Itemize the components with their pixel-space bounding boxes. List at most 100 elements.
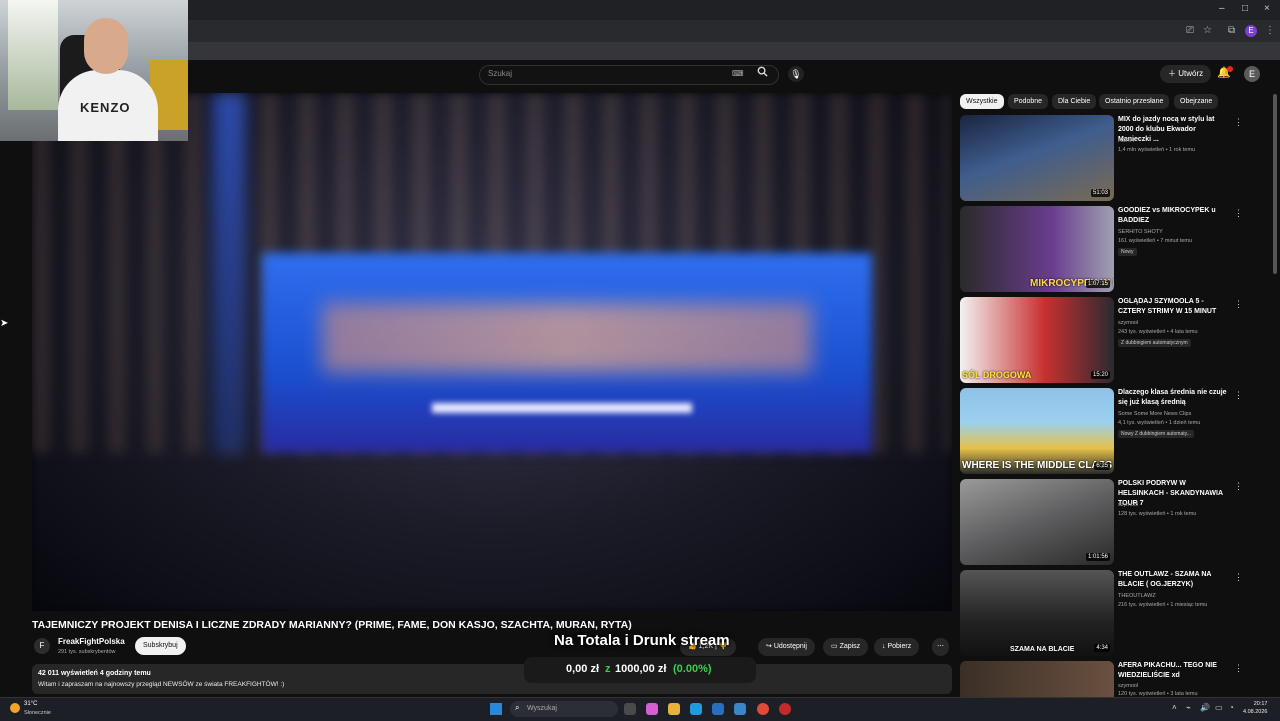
recommendation-title[interactable]: THE OUTLAWZ - SZAMA NA BLACIE ( OG.JERZY… — [1118, 570, 1230, 590]
recommendation-thumbnail[interactable]: WHERE IS THE MIDDLE CLASS 6:25 — [960, 388, 1114, 474]
channel-name[interactable]: FreakFightPolska — [58, 637, 125, 646]
keyboard-icon[interactable]: ⌨ — [732, 69, 744, 78]
recommendation-item[interactable]: SÓL DROGOWA 15:20 OGLĄDAJ SZYMOOLA 5 - C… — [960, 297, 1260, 383]
chip-related[interactable]: Podobne — [1008, 94, 1049, 109]
recommendation-channel[interactable]: szymool — [1118, 683, 1138, 689]
more-vert-icon[interactable]: ⋮ — [1234, 663, 1243, 674]
sun-icon[interactable] — [10, 703, 20, 713]
recommendation-item[interactable]: AFERA PIKACHU... TEGO NIE WIEDZIELIŚCIE … — [960, 661, 1260, 697]
subscribe-button[interactable]: Subskrybuj — [135, 637, 186, 655]
chip-for-you[interactable]: Dla Ciebie — [1052, 94, 1097, 109]
speaker-icon[interactable]: 🔊 — [1200, 703, 1210, 712]
description-text: Witam i zapraszam na najnowszy przegląd … — [38, 681, 285, 688]
recommendation-thumbnail[interactable]: MIKROCYPEK W BADD 1:07:15 — [960, 206, 1114, 292]
menu-icon[interactable]: ⋮ — [1265, 25, 1275, 36]
recommendation-thumbnail[interactable]: 51:03 — [960, 115, 1114, 201]
recommendation-item[interactable]: 51:03 MIX do jazdy nocą w stylu lat 2000… — [960, 115, 1260, 201]
minimize-icon[interactable]: – — [1219, 3, 1225, 14]
description-box[interactable]: 42 011 wyświetleń 4 godziny temu Witam i… — [32, 664, 952, 694]
recommendation-thumbnail[interactable]: SÓL DROGOWA 15:20 — [960, 297, 1114, 383]
video-player[interactable] — [32, 93, 952, 611]
video-screen-bar — [432, 403, 692, 413]
recommendation-thumbnail[interactable]: SZAMA NA BLACIE 4:34 — [960, 570, 1114, 656]
chip-watched[interactable]: Obejrzane — [1174, 94, 1219, 109]
mail-icon[interactable] — [734, 703, 746, 715]
more-vert-icon[interactable]: ⋮ — [1234, 390, 1243, 401]
bell-tray-icon[interactable]: ◔ — [1229, 703, 1234, 712]
battery-icon[interactable]: ▭ — [1215, 703, 1223, 712]
search-button[interactable] — [752, 65, 772, 83]
channel-avatar[interactable]: F — [34, 638, 50, 654]
obs-icon[interactable] — [779, 703, 791, 715]
more-vert-icon[interactable]: ⋮ — [1234, 572, 1243, 583]
chrome-icon[interactable] — [757, 703, 769, 715]
donation-goal-title: Na Totala i Drunk stream — [554, 632, 730, 649]
chip-all[interactable]: Wszystkie — [960, 94, 1004, 109]
scrollbar[interactable] — [1273, 94, 1277, 274]
profile-icon[interactable]: E — [1245, 25, 1257, 37]
maximize-icon[interactable]: □ — [1242, 3, 1248, 14]
more-vert-icon[interactable]: ⋮ — [1234, 481, 1243, 492]
search-input[interactable]: Szukaj ⌨ — [479, 65, 779, 85]
recommendation-title[interactable]: GOODIEZ vs MIKROCYPEK u BADDIEZ — [1118, 206, 1230, 226]
file-explorer-icon[interactable] — [668, 703, 680, 715]
recommendation-channel[interactable]: szymool — [1118, 320, 1138, 326]
download-button[interactable]: ↓ Pobierz — [874, 638, 920, 656]
views-and-time: 42 011 wyświetleń 4 godziny temu — [38, 670, 151, 677]
star-icon[interactable]: ☆ — [1203, 25, 1212, 36]
recommendation-title[interactable]: MIX do jazdy nocą w stylu lat 2000 do kl… — [1118, 115, 1230, 145]
thumbnail-caption: SZAMA NA BLACIE — [1010, 646, 1075, 653]
recommendation-item[interactable]: WHERE IS THE MIDDLE CLASS 6:25 Dlaczego … — [960, 388, 1260, 474]
recommendation-thumbnail[interactable] — [960, 661, 1114, 697]
more-actions-button[interactable]: ⋯ — [932, 638, 949, 656]
network-icon[interactable]: ⌁ — [1186, 703, 1191, 712]
duration-badge: 1:01:56 — [1085, 553, 1110, 561]
more-vert-icon[interactable]: ⋮ — [1234, 208, 1243, 219]
donation-goal: 1000,00 zł — [615, 663, 667, 675]
recommendation-title[interactable]: AFERA PIKACHU... TEGO NIE WIEDZIELIŚCIE … — [1118, 661, 1230, 681]
more-vert-icon[interactable]: ⋮ — [1234, 299, 1243, 310]
recommendation-title[interactable]: OGLĄDAJ SZYMOOLA 5 - CZTERY STRIMY W 15 … — [1118, 297, 1230, 317]
recommendation-title[interactable]: Dlaczego klasa średnia nie czuje się już… — [1118, 388, 1230, 408]
donation-separator: z — [605, 663, 611, 675]
recommendation-channel[interactable]: AGRI4 — [1118, 138, 1135, 144]
webcam-head — [84, 18, 128, 74]
recommendation-channel[interactable]: szymool — [1118, 502, 1138, 508]
recommendation-item[interactable]: SZAMA NA BLACIE 4:34 THE OUTLAWZ - SZAMA… — [960, 570, 1260, 656]
chevron-up-icon[interactable]: ˄ — [1172, 703, 1177, 712]
recommendation-meta: 161 wyświetleń • 7 minut temu — [1118, 238, 1193, 244]
duration-badge: 1:07:15 — [1085, 280, 1110, 288]
store-icon[interactable] — [712, 703, 724, 715]
share-icon: ↪ — [766, 643, 774, 650]
recommendation-meta: 128 tys. wyświetleń • 1 rok temu — [1118, 511, 1197, 517]
recommendation-channel[interactable]: SERHITO SHOTY — [1118, 229, 1163, 235]
save-button[interactable]: ▭ Zapisz — [823, 638, 869, 656]
recommendation-item[interactable]: MIKROCYPEK W BADD 1:07:15 GOODIEZ vs MIK… — [960, 206, 1260, 292]
save-label: Zapisz — [839, 643, 861, 650]
browser-title-bar: – □ × — [0, 0, 1280, 20]
system-clock[interactable]: 20:17 4.08.2026 — [1243, 700, 1267, 716]
windows-start-icon[interactable] — [490, 703, 502, 715]
clock-time: 20:17 — [1253, 701, 1268, 707]
recommendation-channel[interactable]: Some Some More News Clips — [1118, 411, 1191, 417]
avatar[interactable]: E — [1244, 66, 1260, 82]
more-vert-icon[interactable]: ⋮ — [1234, 117, 1243, 128]
chip-recently-uploaded[interactable]: Ostatnio przesłane — [1099, 94, 1170, 109]
share-button[interactable]: ↪ Udostępnij — [758, 638, 815, 656]
recommendation-meta: 1,4 mln wyświetleń • 1 rok temu — [1118, 147, 1196, 153]
task-view-icon[interactable] — [624, 703, 636, 715]
taskbar-search[interactable]: ⌕ Wyszukaj — [510, 701, 618, 717]
edge-icon[interactable] — [690, 703, 702, 715]
weather-temperature[interactable]: 31°C — [24, 701, 37, 707]
recommendation-thumbnail[interactable]: 1:01:56 — [960, 479, 1114, 565]
extensions-icon[interactable]: ⧉ — [1228, 25, 1235, 36]
weather-description[interactable]: Słonecznie — [24, 710, 51, 716]
cast-icon[interactable]: ⎚ — [1186, 25, 1194, 36]
recommendation-channel[interactable]: THEOUTLAWZ — [1118, 593, 1156, 599]
browser-toolbar — [0, 20, 1280, 42]
close-icon[interactable]: × — [1264, 3, 1270, 14]
mic-button[interactable]: 🎙 — [788, 66, 804, 82]
create-button[interactable]: ＋ Utwórz — [1160, 65, 1212, 83]
copilot-icon[interactable] — [646, 703, 658, 715]
recommendation-item[interactable]: 1:01:56 POLSKI PODRYW W HELSINKACH - SKA… — [960, 479, 1260, 565]
